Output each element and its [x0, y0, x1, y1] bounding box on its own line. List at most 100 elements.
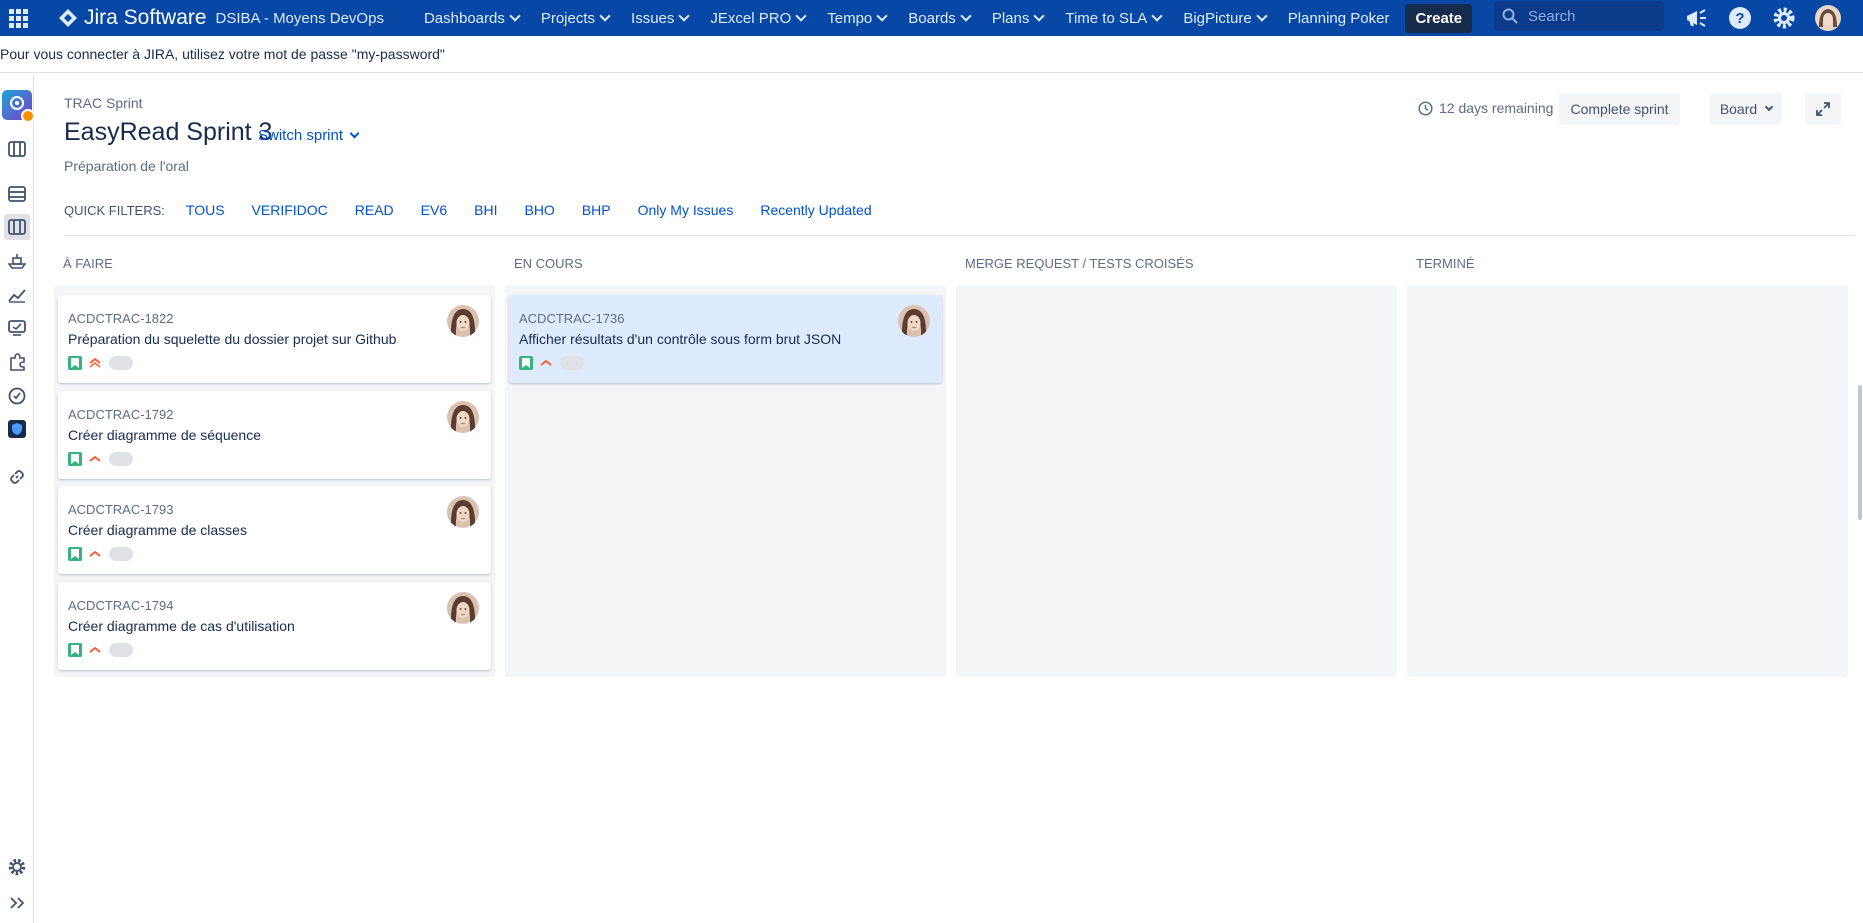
- nav-menu-bigpicture[interactable]: BigPicture: [1183, 10, 1268, 27]
- issue-key[interactable]: ACDCTRAC-1794: [68, 598, 173, 613]
- column-header: TERMINÉ: [1416, 256, 1475, 271]
- project-name[interactable]: DSIBA - Moyens DevOps: [216, 10, 384, 27]
- chevron-down-icon: [1151, 9, 1163, 22]
- chevron-down-icon: [876, 9, 888, 22]
- issue-key[interactable]: ACDCTRAC-1736: [519, 311, 624, 326]
- estimate-badge: [109, 451, 133, 466]
- chevron-down-icon: [1033, 9, 1046, 22]
- quick-filter-verifidoc[interactable]: VERIFIDOC: [252, 202, 328, 218]
- jira-logo[interactable]: Jira Software: [58, 6, 207, 30]
- app-shield-icon[interactable]: [4, 416, 30, 442]
- nav-menu-label: Time to SLA: [1065, 9, 1148, 27]
- priority-medium-icon: [88, 452, 102, 466]
- issue-card[interactable]: ACDCTRAC-1736 Afficher résultats d'un con…: [509, 295, 942, 383]
- estimate-badge: [109, 356, 133, 370]
- announcement-megaphone-icon[interactable]: [1682, 4, 1710, 32]
- backlog-icon[interactable]: [4, 181, 30, 207]
- assignee-avatar[interactable]: [447, 496, 479, 528]
- column-header: MERGE REQUEST / TESTS CROISÉS: [965, 256, 1194, 271]
- top-navigation: Jira Software DSIBA - Moyens DevOps Dash…: [0, 0, 1863, 36]
- project-sidebar: [0, 74, 35, 923]
- assignee-avatar[interactable]: [447, 400, 479, 433]
- quick-filter-ev6[interactable]: EV6: [421, 202, 447, 218]
- story-icon: [68, 642, 82, 657]
- quick-filter-bhi[interactable]: BHI: [474, 202, 497, 218]
- nav-menu-planning-poker[interactable]: Planning Poker: [1288, 10, 1390, 27]
- nav-menu-jexcel-pro[interactable]: JExcel PRO: [710, 9, 807, 27]
- project-badge: [21, 109, 35, 123]
- nav-menu-time-to-sla[interactable]: Time to SLA: [1065, 9, 1163, 27]
- issues-screen-icon[interactable]: [4, 315, 30, 341]
- jira-logo-icon: [59, 9, 77, 27]
- chevron-down-icon: [599, 9, 611, 22]
- nav-menu-label: Boards: [908, 9, 956, 27]
- nav-menu-label: Projects: [540, 9, 596, 27]
- nav-menu-plans[interactable]: Plans: [991, 9, 1046, 27]
- complete-sprint-button[interactable]: Complete sprint: [1559, 93, 1680, 125]
- nav-menu-issues[interactable]: Issues: [631, 9, 691, 27]
- roadmap-icon[interactable]: [4, 136, 30, 162]
- issue-key[interactable]: ACDCTRAC-1793: [68, 502, 173, 517]
- app-switcher-icon[interactable]: [4, 4, 32, 32]
- quick-filters: QUICK FILTERS: TOUS VERIFIDOC READ EV6 BHI BH…: [64, 200, 899, 220]
- active-sprint-board-icon[interactable]: [4, 214, 30, 240]
- sprint-title: EasyRead Sprint 3: [64, 118, 273, 146]
- issue-card[interactable]: ACDCTRAC-1792 Créer diagramme de séquence: [58, 390, 491, 479]
- switch-sprint-button[interactable]: Switch sprint: [258, 127, 360, 144]
- issue-summary: Créer diagramme de séquence: [68, 426, 261, 443]
- nav-menu-label: Plans: [991, 9, 1030, 27]
- issue-key[interactable]: ACDCTRAC-1822: [68, 311, 173, 326]
- reports-chart-icon[interactable]: [4, 282, 30, 308]
- assignee-avatar[interactable]: [447, 305, 479, 337]
- quick-filters-label: QUICK FILTERS:: [64, 202, 165, 218]
- board-column: ACDCTRAC-1736 Afficher résultats d'un con…: [505, 285, 946, 677]
- releases-ship-icon[interactable]: [4, 248, 30, 274]
- expand-sidebar-icon[interactable]: [4, 890, 30, 916]
- issue-card[interactable]: ACDCTRAC-1822 Préparation du squelette du…: [58, 295, 491, 383]
- project-avatar[interactable]: [2, 90, 35, 123]
- tempo-clock-icon[interactable]: [4, 383, 30, 409]
- quick-filter-only-my-issues[interactable]: Only My Issues: [638, 202, 734, 218]
- fullscreen-button[interactable]: [1805, 93, 1841, 125]
- nav-menu-projects[interactable]: Projects: [540, 9, 611, 27]
- project-settings-icon[interactable]: [4, 854, 30, 880]
- board-name[interactable]: TRAC Sprint: [64, 95, 143, 111]
- column-header: EN COURS: [514, 256, 583, 271]
- chevron-down-icon: [960, 9, 972, 22]
- complete-sprint-label: Complete sprint: [1570, 101, 1669, 117]
- chevron-down-icon: [349, 128, 360, 139]
- estimate-badge: [560, 356, 584, 370]
- nav-menu-dashboards[interactable]: Dashboards: [424, 10, 521, 27]
- quick-filter-bho[interactable]: BHO: [524, 202, 554, 218]
- search-input[interactable]: Search: [1494, 1, 1664, 31]
- nav-menu-tempo[interactable]: Tempo: [827, 9, 888, 27]
- chevron-down-icon: [678, 9, 691, 22]
- priority-medium-icon: [539, 356, 553, 370]
- priority-high-icon: [88, 356, 102, 370]
- assignee-avatar[interactable]: [898, 305, 930, 337]
- switch-sprint-label: Switch sprint: [258, 127, 344, 144]
- nav-menu-boards[interactable]: Boards: [908, 9, 972, 27]
- quick-filter-tous[interactable]: TOUS: [186, 202, 225, 218]
- filters-divider: [64, 235, 1855, 236]
- user-avatar[interactable]: [1814, 4, 1842, 32]
- settings-gear-icon[interactable]: [1770, 4, 1798, 32]
- page-scrollbar[interactable]: [1858, 385, 1862, 520]
- board-menu-button[interactable]: Board: [1710, 93, 1782, 125]
- issue-card[interactable]: ACDCTRAC-1793 Créer diagramme de classes: [58, 486, 491, 574]
- create-button[interactable]: Create: [1405, 3, 1473, 33]
- remaining-text: 12 days remaining: [1439, 100, 1554, 116]
- components-puzzle-icon[interactable]: [4, 349, 30, 375]
- board-column: [1407, 285, 1848, 677]
- priority-medium-icon: [88, 547, 102, 561]
- assignee-avatar[interactable]: [447, 591, 479, 624]
- chevron-down-icon: [795, 9, 807, 22]
- issue-key[interactable]: ACDCTRAC-1792: [68, 407, 173, 422]
- project-links-icon[interactable]: [4, 464, 30, 490]
- quick-filter-recently-updated[interactable]: Recently Updated: [760, 202, 871, 218]
- issue-card[interactable]: ACDCTRAC-1794 Créer diagramme de cas d'ut…: [58, 581, 491, 670]
- quick-filter-bhp[interactable]: BHP: [582, 202, 611, 218]
- sprint-goal: Préparation de l'oral: [64, 158, 189, 174]
- help-icon[interactable]: ?: [1726, 4, 1754, 32]
- quick-filter-read[interactable]: READ: [355, 202, 394, 218]
